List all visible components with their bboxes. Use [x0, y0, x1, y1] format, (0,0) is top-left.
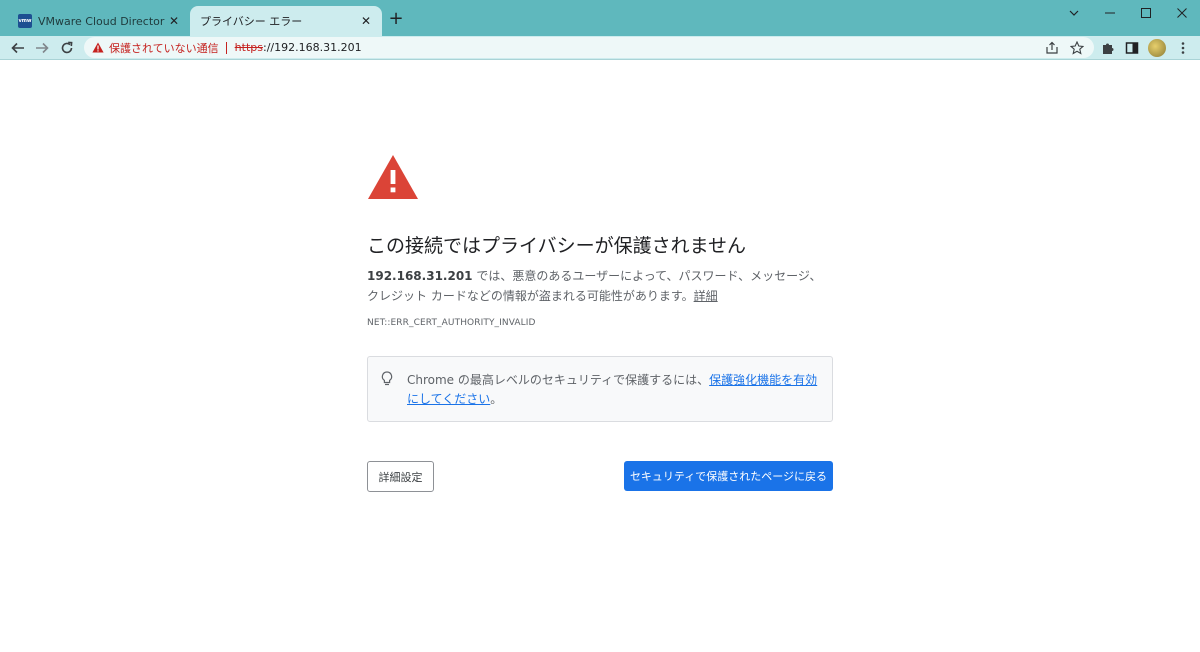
- minimize-icon[interactable]: [1092, 0, 1128, 26]
- url-host: ://192.168.31.201: [262, 41, 362, 54]
- share-icon: [1046, 41, 1058, 54]
- arrow-left-icon: [11, 42, 24, 54]
- extensions-button[interactable]: [1097, 37, 1119, 59]
- tip-text: Chrome の最高レベルのセキュリティで保護するには、保護強化機能を有効にして…: [407, 371, 819, 409]
- new-tab-button[interactable]: +: [386, 9, 406, 29]
- advanced-button[interactable]: 詳細設定: [367, 461, 434, 492]
- enhanced-protection-tip: Chrome の最高レベルのセキュリティで保護するには、保護強化機能を有効にして…: [367, 356, 833, 422]
- tab-title: プライバシー エラー: [200, 15, 303, 28]
- warning-triangle-icon: [92, 42, 104, 53]
- bookmark-button[interactable]: [1066, 37, 1088, 59]
- reload-button[interactable]: [56, 37, 78, 59]
- tab-privacy-error[interactable]: プライバシー エラー ✕: [190, 6, 382, 36]
- arrow-right-icon: [36, 42, 49, 54]
- share-button[interactable]: [1041, 37, 1063, 59]
- tab-vmware-cloud-director[interactable]: vmw VMware Cloud Director - 仮想マシン ✕: [8, 6, 190, 36]
- address-bar[interactable]: 保護されていない通信 https://192.168.31.201: [84, 37, 1094, 58]
- close-icon[interactable]: ✕: [166, 13, 182, 29]
- vmware-favicon-icon: vmw: [18, 14, 32, 28]
- tab-title: VMware Cloud Director - 仮想マシン: [38, 15, 166, 28]
- error-description: 192.168.31.201 では、悪意のあるユーザーによって、パスワード、メッ…: [367, 266, 832, 306]
- host-name: 192.168.31.201: [367, 269, 473, 283]
- error-code: NET::ERR_CERT_AUTHORITY_INVALID: [367, 318, 536, 328]
- page-title: この接続ではプライバシーが保護されません: [367, 235, 747, 257]
- security-label: 保護されていない通信: [109, 41, 219, 55]
- tip-body: Chrome の最高レベルのセキュリティで保護するには、: [407, 373, 710, 387]
- star-icon: [1070, 41, 1084, 55]
- url-scheme: https: [234, 41, 263, 54]
- browser-toolbar: 保護されていない通信 https://192.168.31.201: [0, 36, 1200, 60]
- tab-strip: vmw VMware Cloud Director - 仮想マシン ✕ プライバ…: [0, 0, 1200, 36]
- profile-avatar[interactable]: [1148, 39, 1166, 57]
- not-secure-indicator[interactable]: 保護されていない通信: [92, 40, 219, 56]
- maximize-icon[interactable]: [1128, 0, 1164, 26]
- kebab-menu-icon: [1181, 42, 1185, 54]
- address-separator: [225, 41, 227, 54]
- forward-button[interactable]: [31, 37, 53, 59]
- close-icon[interactable]: ✕: [358, 13, 374, 29]
- side-panel-icon: [1125, 42, 1139, 54]
- lightbulb-icon: [381, 371, 393, 386]
- window-close-icon[interactable]: [1164, 0, 1200, 26]
- puzzle-icon: [1103, 43, 1114, 54]
- menu-button[interactable]: [1172, 37, 1194, 59]
- side-panel-button[interactable]: [1121, 37, 1143, 59]
- tip-suffix: 。: [490, 392, 503, 406]
- warning-triangle-icon: [368, 155, 418, 199]
- interstitial-page: この接続ではプライバシーが保護されません 192.168.31.201 では、悪…: [0, 61, 1200, 652]
- back-button[interactable]: [7, 37, 29, 59]
- back-to-safety-button[interactable]: セキュリティで保護されたページに戻る: [624, 461, 833, 491]
- tab-search-chevron-icon[interactable]: [1056, 0, 1092, 26]
- learn-more-link[interactable]: 詳細: [694, 289, 718, 303]
- reload-icon: [61, 41, 73, 54]
